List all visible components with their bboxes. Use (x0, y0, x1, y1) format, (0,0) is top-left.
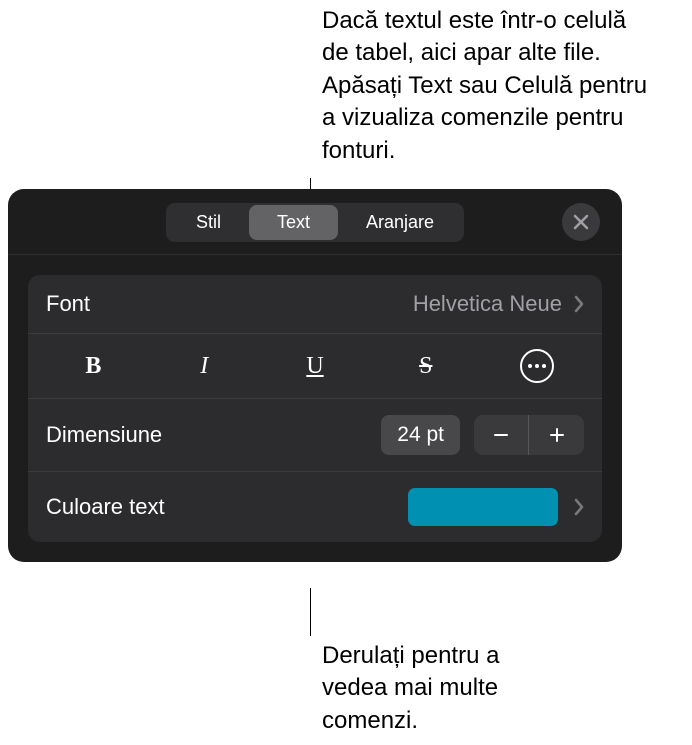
format-panel: Stil Text Aranjare Font Helvetica Neue B… (8, 189, 622, 562)
tab-stil[interactable]: Stil (168, 205, 249, 240)
font-section: Font Helvetica Neue B I U S Dimensiune (28, 275, 602, 542)
font-value: Helvetica Neue (413, 291, 562, 317)
tab-bar: Stil Text Aranjare (8, 189, 622, 255)
plus-icon (547, 425, 567, 445)
minus-icon (491, 425, 511, 445)
bold-button[interactable]: B (63, 348, 123, 384)
more-options-button[interactable] (507, 348, 567, 384)
text-color-row[interactable]: Culoare text (28, 472, 602, 542)
tab-group: Stil Text Aranjare (166, 203, 464, 242)
tab-aranjare[interactable]: Aranjare (338, 205, 462, 240)
callout-top-text: Dacă textul este într-o celulă de tabel,… (322, 5, 652, 167)
strikethrough-button[interactable]: S (396, 348, 456, 384)
callout-bottom-text: Derulați pentru a vedea mai multe comenz… (322, 640, 562, 737)
size-value[interactable]: 24 pt (381, 415, 460, 455)
font-label: Font (46, 291, 90, 317)
chevron-right-icon (574, 295, 584, 313)
size-label: Dimensiune (46, 422, 162, 448)
tab-text[interactable]: Text (249, 205, 338, 240)
underline-button[interactable]: U (285, 348, 345, 384)
text-color-label: Culoare text (46, 494, 165, 520)
size-stepper (474, 415, 584, 455)
close-button[interactable] (562, 203, 600, 241)
italic-button[interactable]: I (174, 348, 234, 384)
size-increase-button[interactable] (529, 415, 584, 455)
text-color-swatch[interactable] (408, 488, 558, 526)
chevron-right-icon (574, 498, 584, 516)
font-value-group: Helvetica Neue (413, 291, 584, 317)
font-row[interactable]: Font Helvetica Neue (28, 275, 602, 334)
size-decrease-button[interactable] (474, 415, 529, 455)
callout-bottom-line (310, 588, 311, 636)
text-color-group (408, 488, 584, 526)
more-icon (520, 349, 554, 383)
close-icon (573, 214, 589, 230)
size-row: Dimensiune 24 pt (28, 399, 602, 472)
style-row: B I U S (28, 334, 602, 399)
size-controls: 24 pt (381, 415, 584, 455)
